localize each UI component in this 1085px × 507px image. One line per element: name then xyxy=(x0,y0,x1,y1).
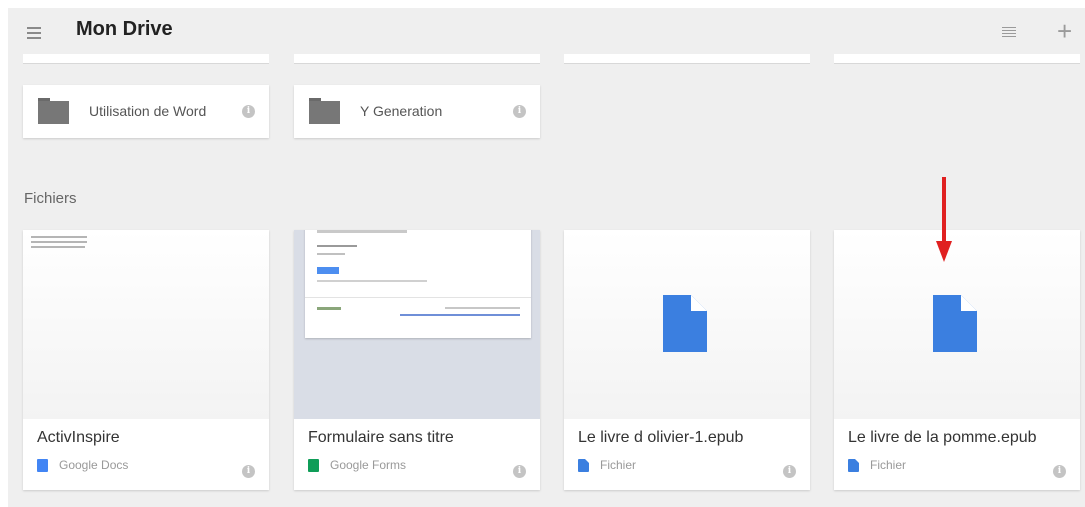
google-forms-icon xyxy=(308,459,319,472)
info-icon[interactable]: i xyxy=(783,465,796,478)
folder-name: Y Generation xyxy=(360,103,443,119)
file-card[interactable]: Le livre d olivier-1.epub Fichier i xyxy=(564,230,810,490)
file-name: Le livre de la pomme.epub xyxy=(848,429,1037,446)
folder-card-partial[interactable] xyxy=(834,54,1080,64)
folder-icon xyxy=(309,98,340,124)
google-docs-icon xyxy=(37,459,48,472)
info-icon[interactable]: i xyxy=(242,105,255,118)
drive-view: Mon Drive + Utilisation de Word i Y Gene… xyxy=(8,8,1085,507)
info-icon[interactable]: i xyxy=(513,105,526,118)
file-icon xyxy=(663,295,707,352)
folder-card-partial[interactable] xyxy=(23,54,269,64)
info-icon[interactable]: i xyxy=(513,465,526,478)
hamburger-menu-icon[interactable] xyxy=(27,27,41,39)
section-label-files: Fichiers xyxy=(24,190,77,207)
file-icon xyxy=(933,295,977,352)
file-card[interactable]: ActivInspire Google Docs i xyxy=(23,230,269,490)
file-name: Le livre d olivier-1.epub xyxy=(578,429,744,446)
top-bar: Mon Drive + xyxy=(8,8,1085,58)
folder-card[interactable]: Y Generation i xyxy=(294,85,540,138)
page-title: Mon Drive xyxy=(76,18,173,40)
file-card[interactable]: Le livre de la pomme.epub Fichier i xyxy=(834,230,1080,490)
file-card[interactable]: Formulaire sans titre Google Forms i xyxy=(294,230,540,490)
file-icon xyxy=(848,459,859,472)
file-name: ActivInspire xyxy=(37,429,120,446)
list-view-icon[interactable] xyxy=(1002,27,1016,39)
file-thumbnail xyxy=(23,230,269,419)
file-thumbnail xyxy=(564,230,810,419)
file-thumbnail xyxy=(294,230,540,419)
plus-icon[interactable]: + xyxy=(1057,16,1072,46)
file-thumbnail xyxy=(834,230,1080,419)
info-icon[interactable]: i xyxy=(1053,465,1066,478)
folder-card[interactable]: Utilisation de Word i xyxy=(23,85,269,138)
document-preview xyxy=(31,236,87,251)
file-type: Fichier xyxy=(600,458,637,472)
red-arrow-annotation xyxy=(936,177,952,262)
info-icon[interactable]: i xyxy=(242,465,255,478)
file-icon xyxy=(578,459,589,472)
file-type: Google Forms xyxy=(330,458,407,472)
folder-icon xyxy=(38,98,69,124)
file-type: Google Docs xyxy=(59,458,129,472)
folder-card-partial[interactable] xyxy=(294,54,540,64)
file-type: Fichier xyxy=(870,458,907,472)
file-name: Formulaire sans titre xyxy=(308,429,454,446)
folder-card-partial[interactable] xyxy=(564,54,810,64)
folder-name: Utilisation de Word xyxy=(89,103,207,119)
form-preview xyxy=(305,230,531,338)
